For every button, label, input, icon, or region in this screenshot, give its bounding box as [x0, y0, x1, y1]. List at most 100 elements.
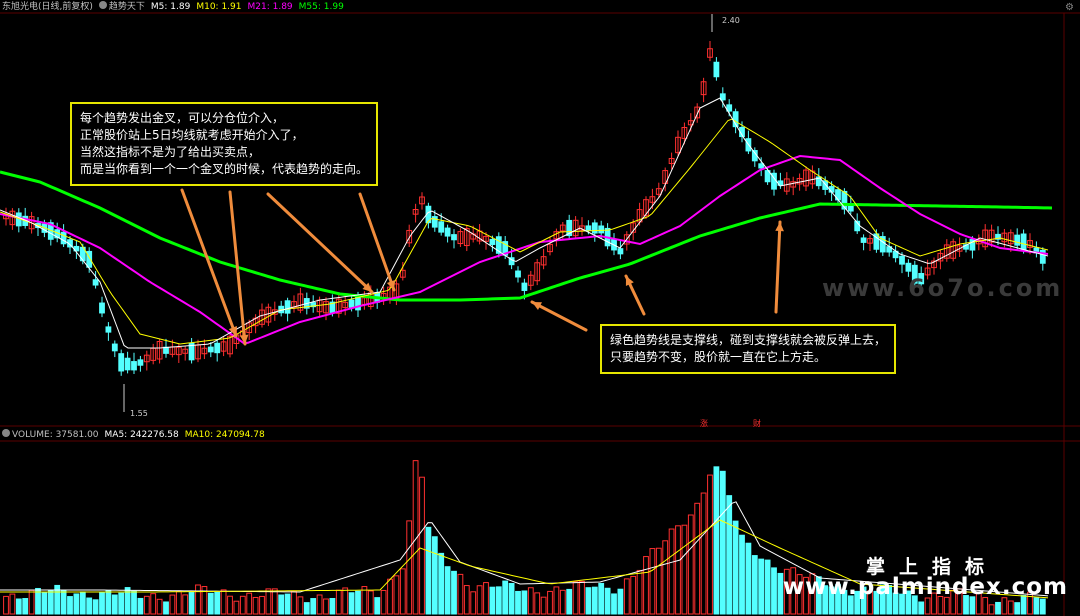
candle[interactable] [841, 190, 848, 210]
candle[interactable] [284, 300, 291, 314]
volume-bar[interactable] [726, 495, 733, 615]
volume-bar[interactable] [419, 476, 425, 615]
volume-bar[interactable] [591, 586, 598, 615]
volume-bar[interactable] [483, 582, 489, 615]
volume-bar[interactable] [566, 588, 573, 615]
volume-bar[interactable] [623, 578, 630, 615]
volume-bar[interactable] [751, 555, 758, 615]
volume-bar[interactable] [406, 520, 413, 615]
volume-bar[interactable] [399, 568, 406, 615]
volume-bar[interactable] [649, 548, 656, 615]
volume-bar[interactable] [527, 587, 534, 615]
volume-bar[interactable] [431, 536, 438, 615]
volume-bar[interactable] [470, 591, 477, 615]
indicator-name[interactable]: 趋势天下 [98, 0, 145, 14]
volume-bar[interactable] [303, 602, 310, 615]
candle[interactable] [860, 237, 867, 243]
volume-bar[interactable] [355, 590, 361, 615]
volume-bar[interactable] [15, 598, 22, 615]
candle[interactable] [131, 361, 137, 371]
volume-bar[interactable] [99, 592, 105, 615]
volume-bar[interactable] [495, 586, 502, 615]
volume-bar[interactable] [278, 594, 285, 615]
candle[interactable] [1014, 234, 1021, 246]
volume-bar[interactable] [220, 589, 227, 615]
volume-bar[interactable] [28, 589, 35, 615]
volume-bar[interactable] [214, 591, 221, 615]
volume-bar[interactable] [105, 590, 112, 615]
volume-bar[interactable] [1039, 598, 1046, 615]
volume-bar[interactable] [476, 585, 483, 615]
candle[interactable] [585, 225, 592, 231]
volume-bar[interactable] [393, 575, 400, 615]
volume-bar[interactable] [585, 587, 592, 615]
volume-bar[interactable] [540, 596, 547, 615]
candle[interactable] [92, 279, 99, 286]
volume-bar[interactable] [367, 590, 374, 615]
volume-bar[interactable] [604, 587, 611, 615]
volume-bar[interactable] [387, 578, 393, 615]
volume-bar[interactable] [1007, 600, 1014, 615]
event-tag-zhang[interactable]: 涨 [700, 418, 708, 429]
brand-url[interactable]: www.palmindex.com [783, 574, 1068, 600]
candle[interactable] [489, 238, 496, 245]
stock-title[interactable]: 东旭光电(日线,前复权) [2, 0, 93, 14]
volume-bar[interactable] [361, 586, 368, 615]
candle[interactable] [60, 231, 67, 245]
volume-bar[interactable] [67, 596, 73, 615]
candle[interactable] [591, 222, 598, 234]
volume-bar[interactable] [60, 589, 67, 615]
candle[interactable] [758, 163, 765, 169]
volume-bar[interactable] [732, 520, 739, 615]
volume-bar[interactable] [92, 599, 99, 615]
volume-bar[interactable] [374, 597, 381, 615]
candle[interactable] [105, 326, 112, 333]
volume-bar[interactable] [169, 594, 176, 615]
volume-bar[interactable] [611, 593, 617, 615]
volume-bar[interactable] [22, 598, 29, 615]
candle[interactable] [348, 299, 355, 308]
volume-bar[interactable] [995, 601, 1001, 615]
volume-bar[interactable] [681, 524, 688, 615]
volume-bar[interactable] [771, 567, 777, 615]
volume-bar[interactable] [559, 589, 566, 615]
volume-bar[interactable] [521, 590, 528, 615]
volume-bar[interactable] [188, 592, 195, 615]
volume-bar[interactable] [687, 514, 694, 615]
volume-bar[interactable] [438, 552, 445, 615]
candle[interactable] [207, 346, 214, 353]
volume-bar[interactable] [291, 590, 297, 615]
kline-chart-canvas[interactable]: 2.40 1.55 [0, 0, 1080, 616]
candle[interactable] [444, 227, 451, 237]
volume-bar[interactable] [1001, 597, 1008, 615]
volume-bar[interactable] [617, 588, 624, 615]
volume-bar[interactable] [137, 597, 144, 615]
volume-bar[interactable] [310, 598, 317, 615]
volume-bar[interactable] [316, 594, 323, 615]
volume-bar[interactable] [9, 593, 16, 615]
volume-bar[interactable] [502, 580, 509, 615]
volume-bar[interactable] [252, 596, 259, 615]
volume-bar[interactable] [694, 502, 701, 615]
volume-bar[interactable] [451, 570, 457, 615]
volume-bar[interactable] [342, 587, 349, 615]
volume-bar[interactable] [156, 598, 163, 615]
candle[interactable] [1020, 233, 1027, 251]
volume-bar[interactable] [380, 589, 387, 615]
volume-bar[interactable] [195, 584, 201, 615]
candle[interactable] [99, 302, 105, 314]
candle[interactable] [598, 225, 605, 234]
volume-bar[interactable] [182, 594, 189, 615]
volume-bar[interactable] [265, 588, 272, 615]
volume-bar[interactable] [630, 575, 637, 615]
volume-bar[interactable] [918, 601, 925, 615]
volume-bar[interactable] [662, 540, 669, 615]
volume-bar[interactable] [508, 582, 515, 615]
candle[interactable] [118, 353, 125, 372]
volume-bar[interactable] [489, 586, 496, 615]
volume-bar[interactable] [233, 600, 240, 615]
volume-bar[interactable] [150, 593, 157, 615]
volume-bar[interactable] [707, 474, 713, 615]
candle[interactable] [438, 221, 445, 233]
volume-bar[interactable] [227, 595, 233, 615]
